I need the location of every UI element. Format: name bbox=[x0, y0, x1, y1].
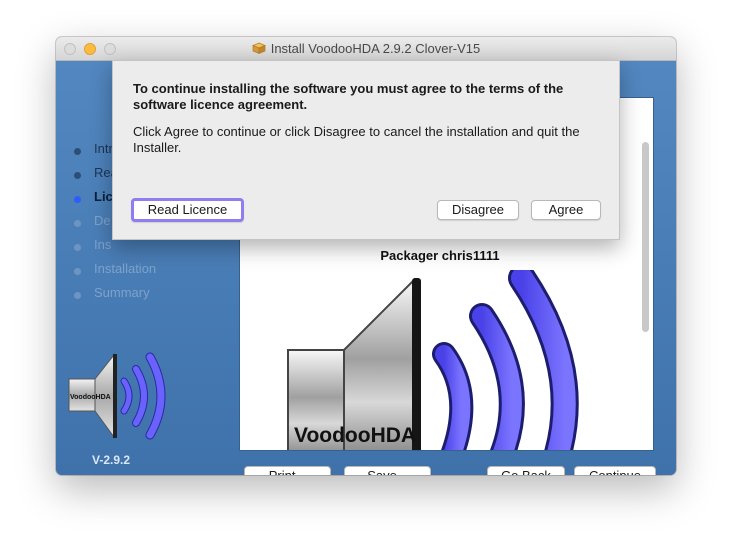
content-logo-text: VoodooHDA bbox=[294, 424, 416, 447]
title-bar[interactable]: Install VoodooHDA 2.9.2 Clover-V15 bbox=[56, 37, 676, 61]
disagree-button[interactable]: Disagree bbox=[437, 200, 519, 220]
licence-agreement-sheet: To continue installing the software you … bbox=[112, 60, 620, 240]
step-dot-icon bbox=[74, 244, 81, 251]
step-dot-icon bbox=[74, 292, 81, 299]
continue-button[interactable]: Continue bbox=[574, 466, 656, 475]
window-title-wrap: Install VoodooHDA 2.9.2 Clover-V15 bbox=[56, 41, 676, 56]
speaker-logo: VoodooHDA bbox=[287, 270, 579, 450]
side-logo-text: VoodooHDA bbox=[70, 394, 111, 401]
step-dot-icon bbox=[74, 148, 81, 155]
step-dot-icon bbox=[74, 220, 81, 227]
agree-button[interactable]: Agree bbox=[531, 200, 601, 220]
step-dot-icon bbox=[74, 196, 81, 203]
step-dot-icon bbox=[74, 268, 81, 275]
step-label: Intr bbox=[94, 141, 113, 156]
save-button[interactable]: Save... bbox=[344, 466, 431, 475]
print-button[interactable]: Print... bbox=[244, 466, 331, 475]
sheet-heading: To continue installing the software you … bbox=[133, 81, 564, 112]
sheet-message: Click Agree to continue or click Disagre… bbox=[133, 124, 580, 155]
step-label: Lic bbox=[94, 189, 113, 204]
step-dot-icon bbox=[74, 172, 81, 179]
step-label: Ins bbox=[94, 237, 112, 252]
version-label: V-2.9.2 bbox=[92, 453, 131, 467]
voodoohda-logo: VoodooHDA bbox=[68, 352, 166, 440]
package-icon bbox=[251, 42, 266, 54]
window-title: Install VoodooHDA 2.9.2 Clover-V15 bbox=[270, 41, 481, 56]
packager-text: Packager chris1111 bbox=[380, 248, 500, 263]
step-label: Installation bbox=[94, 261, 157, 276]
step-label: De bbox=[94, 213, 111, 228]
read-licence-button[interactable]: Read Licence bbox=[131, 198, 244, 222]
step-label: Summary bbox=[94, 285, 150, 300]
go-back-button[interactable]: Go Back bbox=[487, 466, 565, 475]
